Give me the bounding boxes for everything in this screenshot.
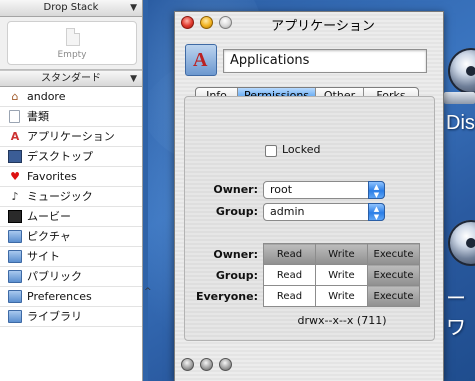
disk-base-icon [444,92,475,104]
everyone-execute-toggle[interactable]: Execute [367,285,420,307]
window-action-button[interactable] [200,358,213,371]
sidebar-item-desktop[interactable]: デスクトップ [0,147,142,167]
owner-popup[interactable]: root ▲ ▼ [263,181,385,199]
sidebar-item-label: andore [27,90,66,103]
perm-everyone-label: Everyone: [196,290,258,303]
sidebar-item-label: ライブラリ [27,310,82,323]
standard-header[interactable]: スタンダード ▼ [0,70,142,87]
sidebar-item-documents[interactable]: 書類 [0,107,142,127]
permissions-panel: Locked Owner: root ▲ ▼ Group: admin ▲ ▼ Ow… [184,96,435,341]
group-popup[interactable]: admin ▲ ▼ [263,203,385,221]
window-title: アプリケーション [271,19,375,34]
splitter-collapse-icon[interactable]: ^ [144,287,152,297]
perm-owner-label: Owner: [213,248,258,261]
sidebar-item-label: ムービー [27,210,71,223]
locked-label[interactable]: Locked [282,143,320,156]
sidebar-item-label: Favorites [27,170,77,183]
popup-arrows-icon: ▲ ▼ [368,203,385,221]
sidebar-item-label: デスクトップ [27,150,93,163]
title-bar[interactable]: アプリケーション [175,12,443,34]
sidebar-item-favorites[interactable]: ♥ Favorites [0,167,142,187]
sidebar-item-library[interactable]: ライブラリ [0,307,142,327]
home-icon: ⌂ [11,90,19,103]
group-read-toggle[interactable]: Read [263,264,316,286]
drop-stack-box[interactable]: Empty [7,21,137,65]
owner-write-toggle[interactable]: Write [315,243,368,265]
collapse-triangle-icon[interactable]: ▼ [130,71,137,87]
heart-icon: ♥ [10,170,20,183]
sidebar-item-label: ピクチャ [27,230,71,243]
permissions-grid: Read Write Execute Read Write Execute Re… [263,243,420,307]
info-window: アプリケーション A Applications Info Permissions… [174,11,444,381]
sidebar-item-sites[interactable]: サイト [0,247,142,267]
pictures-folder-icon [8,230,22,243]
sidebar-item-label: サイト [27,250,60,263]
movie-icon [8,210,22,223]
sidebar-item-music[interactable]: ♪ ミュージック [0,187,142,207]
sidebar-item-public[interactable]: パブリック [0,267,142,287]
sidebar: Drop Stack ▼ Empty スタンダード ▼ ⌂ andore 書類 … [0,0,143,381]
folder-icon [8,290,22,303]
desktop-icon [8,150,22,163]
standard-title: スタンダード [41,73,101,84]
sidebar-item-label: アプリケーション [27,130,115,143]
group-value: admin [270,205,305,218]
sidebar-item-label: Preferences [27,290,92,303]
locked-checkbox[interactable] [265,145,277,157]
owner-execute-toggle[interactable]: Execute [367,243,420,265]
public-folder-icon [8,270,22,283]
popup-arrows-icon: ▲ ▼ [368,181,385,199]
drop-stack-empty-label: Empty [57,50,87,60]
group-write-toggle[interactable]: Write [315,264,368,286]
owner-read-toggle[interactable]: Read [263,243,316,265]
owner-value: root [270,183,293,196]
standard-list: ⌂ andore 書類 A アプリケーション デスクトップ ♥ Favorite… [0,87,142,327]
everyone-read-toggle[interactable]: Read [263,285,316,307]
window-action-button[interactable] [219,358,232,371]
sidebar-item-applications[interactable]: A アプリケーション [0,127,142,147]
group-label: Group: [215,205,258,218]
empty-document-icon [66,28,80,46]
drop-stack-header[interactable]: Drop Stack ▼ [0,0,142,17]
music-icon: ♪ [11,190,19,203]
sidebar-item-preferences[interactable]: Preferences [0,287,142,307]
everyone-write-toggle[interactable]: Write [315,285,368,307]
perm-row-everyone: Read Write Execute [263,285,420,307]
perm-group-label: Group: [215,269,258,282]
applications-icon: A [10,130,20,143]
network-disk-label[interactable]: ーワ [446,282,475,340]
owner-label: Owner: [213,183,258,196]
name-field[interactable]: Applications [223,49,427,73]
drop-stack-title: Drop Stack [43,2,99,13]
collapse-triangle-icon[interactable]: ▼ [130,0,137,16]
sidebar-item-label: パブリック [27,270,82,283]
drop-stack-area[interactable]: Empty [0,17,142,70]
sidebar-item-pictures[interactable]: ピクチャ [0,227,142,247]
sidebar-item-home[interactable]: ⌂ andore [0,87,142,107]
document-icon [9,110,20,123]
applications-folder-icon: A [185,44,217,76]
perm-row-owner: Read Write Execute [263,243,420,265]
sidebar-item-movies[interactable]: ムービー [0,207,142,227]
permissions-summary: drwx--x--x (711) [297,314,387,327]
window-action-button[interactable] [181,358,194,371]
library-folder-icon [8,310,22,323]
sites-folder-icon [8,250,22,263]
perm-row-group: Read Write Execute [263,264,420,286]
sidebar-item-label: ミュージック [27,190,93,203]
disk-label[interactable]: Disk [446,112,475,135]
sidebar-item-label: 書類 [27,110,49,123]
group-execute-toggle[interactable]: Execute [367,264,420,286]
